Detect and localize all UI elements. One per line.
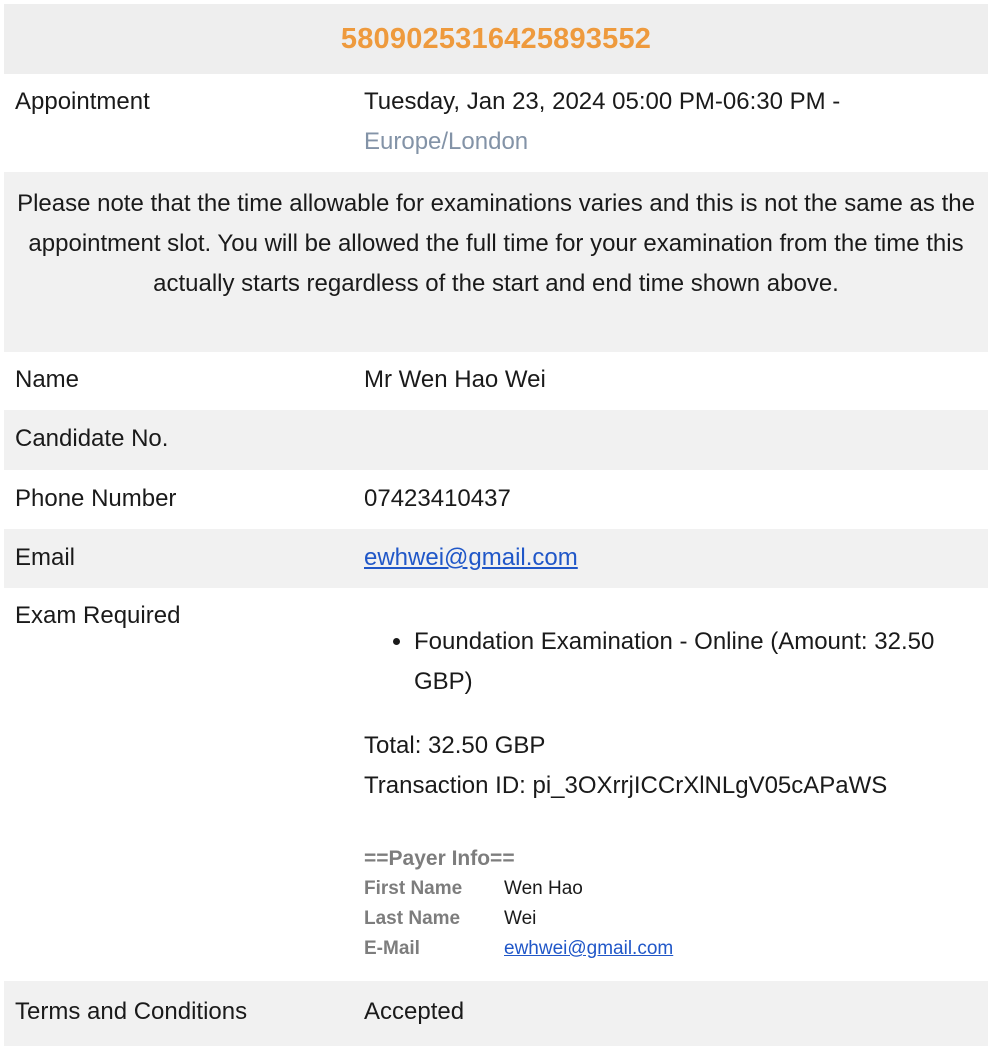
exam-total: Total: 32.50 GBP [364, 732, 546, 759]
exam-list: Foundation Examination - Online (Amount:… [364, 622, 978, 702]
exam-label: Exam Required [15, 602, 181, 629]
terms-value: Accepted [364, 998, 465, 1025]
exam-row: Exam Required Foundation Examination - O… [4, 588, 988, 981]
appointment-value: Tuesday, Jan 23, 2024 05:00 PM-06:30 PM … [364, 82, 988, 172]
booking-header: 5809025316425893552 [4, 4, 988, 74]
phone-row: Phone Number 07423410437 [4, 470, 988, 529]
payer-email-value: ewhwei@gmail.com [504, 934, 673, 964]
email-link[interactable]: ewhwei@gmail.com [364, 544, 578, 571]
candidate-row: Candidate No. [4, 410, 988, 470]
appointment-note: Please note that the time allowable for … [4, 172, 988, 352]
payer-last-name: Wei [504, 908, 537, 929]
candidate-label: Candidate No. [15, 425, 169, 452]
name-row: Name Mr Wen Hao Wei [4, 352, 988, 410]
payer-first-name-row: First Name Wen Hao [364, 874, 978, 904]
appointment-label: Appointment [15, 88, 150, 115]
booking-details-panel: 5809025316425893552 Appointment Tuesday,… [4, 4, 988, 1046]
terms-label: Terms and Conditions [15, 998, 248, 1025]
exam-item: Foundation Examination - Online (Amount:… [414, 622, 978, 702]
email-label: Email [15, 544, 76, 571]
payer-info: ==Payer Info== First Name Wen Hao Last N… [364, 844, 978, 964]
email-row: Email ewhwei@gmail.com [4, 529, 988, 588]
terms-row: Terms and Conditions Accepted [4, 981, 988, 1044]
candidate-value [364, 419, 988, 470]
payer-email-link[interactable]: ewhwei@gmail.com [504, 938, 673, 959]
transaction-id: Transaction ID: pi_3OXrrjICCrXlNLgV05cAP… [364, 772, 888, 799]
appointment-timezone: Europe/London [364, 128, 529, 155]
phone-value: 07423410437 [364, 485, 511, 512]
payer-email-row: E-Mail ewhwei@gmail.com [364, 934, 978, 964]
phone-label: Phone Number [15, 485, 177, 512]
name-label: Name [15, 366, 80, 393]
name-value: Mr Wen Hao Wei [364, 366, 546, 393]
appointment-row: Appointment Tuesday, Jan 23, 2024 05:00 … [4, 74, 988, 172]
booking-number: 5809025316425893552 [340, 22, 652, 55]
email-value: ewhwei@gmail.com [364, 538, 988, 588]
payer-last-name-label: Last Name [364, 908, 461, 929]
payer-email-label: E-Mail [364, 938, 420, 959]
payer-first-name-label: First Name [364, 878, 463, 899]
payer-last-name-row: Last Name Wei [364, 904, 978, 934]
exam-value: Foundation Examination - Online (Amount:… [364, 596, 988, 981]
appointment-datetime: Tuesday, Jan 23, 2024 05:00 PM-06:30 PM … [364, 88, 841, 115]
payer-info-title: ==Payer Info== [364, 847, 515, 870]
payer-first-name: Wen Hao [504, 878, 583, 899]
